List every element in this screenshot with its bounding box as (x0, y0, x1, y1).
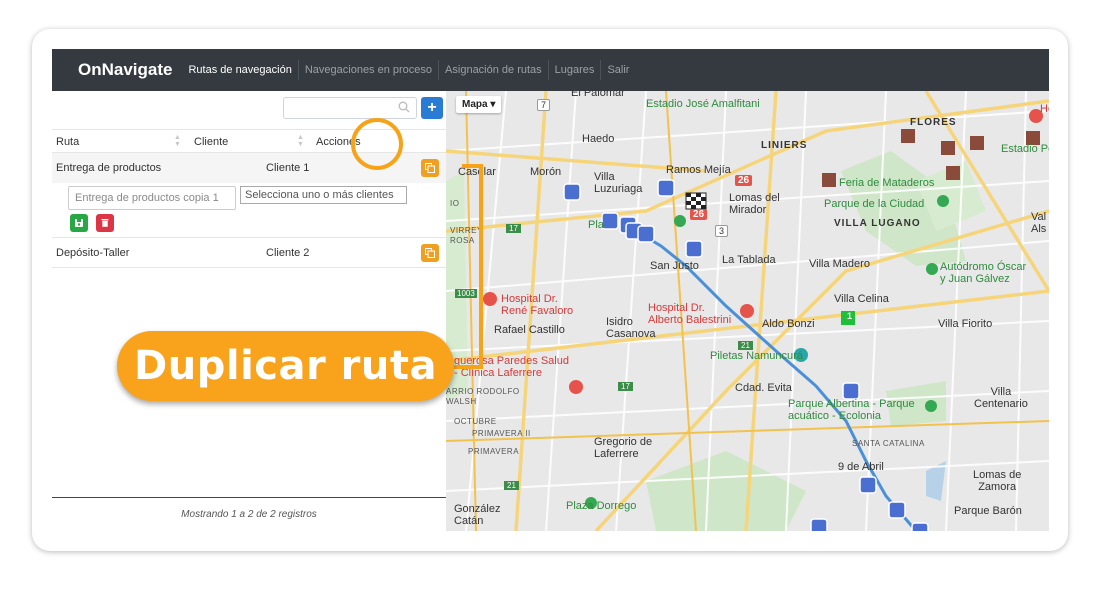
callout-banner: Duplicar ruta (117, 331, 454, 401)
route-name: Depósito-Taller (56, 247, 130, 259)
map-label: Plaza Dorrego (566, 500, 637, 512)
brand-logo[interactable]: OnNavigate (78, 60, 172, 80)
header-cliente[interactable]: Cliente (194, 136, 228, 148)
map-label: Parque Albertina - Parque acuático - Eco… (788, 398, 915, 422)
route-shield: 1003 (455, 289, 477, 298)
map-label: VIRREY ROSA (450, 226, 483, 245)
map-label: Morón (530, 166, 562, 178)
map-label: Hot (1040, 103, 1049, 115)
map-label: Lomas del Mirador (729, 192, 780, 216)
search-input[interactable] (283, 97, 417, 119)
map-label: La Tablada (722, 254, 776, 266)
map-label: Parque Barón (954, 505, 1022, 517)
map-label: González Catán (454, 503, 501, 527)
route-name: Entrega de productos (56, 162, 162, 174)
table-divider (52, 497, 446, 498)
map-label: Lomas de Zamora (973, 469, 1022, 493)
route-shield: 17 (618, 382, 633, 391)
map-label: Ramos Mejía (666, 164, 731, 176)
nav-asignacion[interactable]: Asignación de rutas (438, 60, 548, 80)
nav-rutas[interactable]: Rutas de navegación (182, 60, 297, 80)
map-label: 9 de Abril (838, 461, 884, 473)
header-ruta[interactable]: Ruta (56, 136, 79, 148)
map-label: OCTUBRE (454, 417, 497, 426)
map-label: Isidro Casanova (606, 316, 656, 340)
map-label: SANTA CATALINA (852, 439, 925, 448)
add-route-button[interactable]: + (421, 97, 443, 119)
route-shield: 21 (504, 481, 519, 490)
map-label: VILLA LUGANO (834, 218, 921, 229)
map-type-dropdown[interactable]: Mapa ▾ (456, 96, 502, 113)
route-client: Cliente 2 (266, 247, 310, 259)
map-label: Estadio José Amalfitani (646, 98, 760, 110)
map-label: Hospital Dr. René Favaloro (501, 293, 574, 317)
map-label: Parque de la Ciudad (824, 198, 925, 210)
map-label: Autódromo Óscar y Juan Gálvez (940, 261, 1027, 285)
trash-icon (101, 219, 109, 227)
app-window: OnNavigate Rutas de navegación Navegacio… (52, 49, 1049, 531)
map-label: Piletas Namuncurá (710, 350, 803, 362)
map-label: LINIERS (761, 140, 808, 151)
route-shield: 17 (506, 224, 521, 233)
map-label: IO (450, 199, 460, 208)
map-label: Gregorio de Laferrere (594, 436, 653, 460)
map-label: Villa Centenario (974, 386, 1028, 410)
route-shield: 26 (735, 175, 753, 186)
map-label: PRIMAVERA (468, 447, 520, 456)
route-shield: 26 (690, 209, 708, 220)
copy-icon (425, 163, 435, 173)
duplicate-button[interactable] (421, 159, 439, 177)
search-icon (398, 101, 410, 113)
map-label: Estadio Ped (1001, 143, 1049, 155)
save-icon (75, 219, 83, 227)
screenshot-frame: OnNavigate Rutas de navegación Navegacio… (32, 29, 1068, 551)
map-label: El Palomar (571, 91, 625, 99)
map-label: Villa Fiorito (938, 318, 993, 330)
top-navbar: OnNavigate Rutas de navegación Navegacio… (52, 49, 1049, 91)
map-label: Cdad. Evita (735, 382, 792, 394)
callout-text: Duplicar ruta (134, 343, 437, 389)
delete-button[interactable] (96, 214, 114, 232)
map-type-label: Mapa (462, 99, 488, 110)
nav-lugares[interactable]: Lugares (547, 60, 601, 80)
map-label: Hospital Dr. Alberto Balestrini (648, 302, 732, 326)
route-shield: 21 (738, 341, 753, 350)
sort-icon[interactable]: ▲ ▼ (297, 134, 305, 148)
map-label: ARRIO RODOLFO WALSH (446, 387, 520, 406)
copy-icon (425, 248, 435, 258)
map-label: Aldo Bonzi (762, 318, 815, 330)
map-label: Val Als (1031, 211, 1047, 235)
highlight-ring (351, 118, 403, 170)
map-label: San Justo (650, 260, 699, 272)
map-label: Villa Madero (809, 258, 870, 270)
nav-salir[interactable]: Salir (600, 60, 635, 80)
save-button[interactable] (70, 214, 88, 232)
map-label: FLORES (910, 117, 957, 128)
map-view[interactable]: Mapa ▾ 7 26 26 17 3 1003 21 17 21 1 El P… (446, 91, 1049, 531)
callout-connector (479, 164, 483, 368)
table-row[interactable]: Depósito-Taller Cliente 2 (52, 238, 446, 268)
map-label: Villa Luzuriaga (594, 171, 643, 195)
map-label: PRIMAVERA II (472, 429, 531, 438)
table-info: Mostrando 1 a 2 de 2 registros (181, 509, 317, 520)
sort-icon[interactable]: ▲ ▼ (174, 134, 182, 148)
map-label: Villa Celina (834, 293, 889, 305)
start-marker[interactable]: 1 (844, 311, 855, 321)
map-label: Rafael Castillo (494, 324, 565, 336)
nav-navegaciones[interactable]: Navegaciones en proceso (297, 60, 438, 80)
duplicate-button[interactable] (421, 244, 439, 262)
route-client: Cliente 1 (266, 162, 310, 174)
callout-connector (454, 365, 483, 369)
route-shield: 7 (537, 99, 551, 111)
route-name-input[interactable]: Entrega de productos copia 1 (68, 186, 236, 210)
map-label: Pla (588, 219, 604, 231)
map-label: Feria de Mataderos (839, 177, 935, 189)
route-shield: 3 (715, 225, 729, 237)
duplicate-form: Entrega de productos copia 1 Selecciona … (52, 183, 446, 238)
map-label: Haedo (582, 133, 615, 145)
clients-select[interactable]: Selecciona uno o más clientes (240, 186, 407, 204)
